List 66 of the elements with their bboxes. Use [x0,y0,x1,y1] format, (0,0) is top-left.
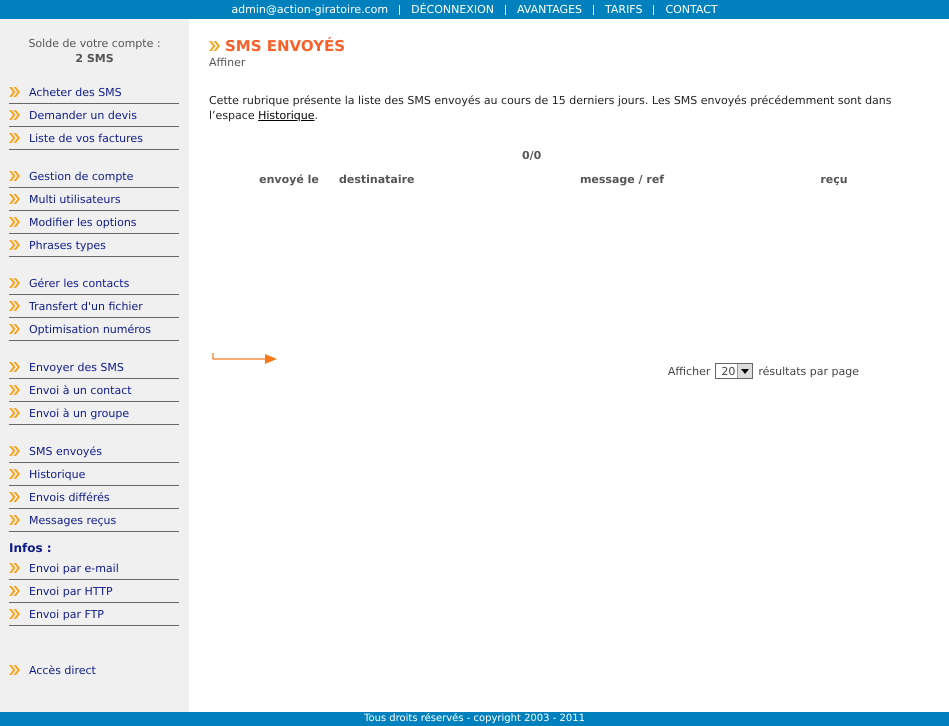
column-header: reçu [819,173,849,186]
intro-text: Cette rubrique présente la liste des SMS envoyés au cours de 15 derniers jours. Les SMS envoyés précédemment sont dans l’espace Historique. [209,93,893,123]
chevron-icon [9,515,20,525]
section-heading: Infos : [9,541,53,555]
page-title: SMS ENVOYÉS [225,37,346,55]
caret-icon [737,364,752,378]
chevron-icon [9,301,20,311]
menu-link[interactable]: Demander un devis [9,104,179,127]
chevron-icon [9,385,20,395]
chevron-icon [9,217,20,227]
chevron-icon [9,324,20,334]
arrow-icon [212,352,278,364]
column-header: envoyé le [258,173,320,186]
menu-link[interactable]: Envois différés [9,486,179,509]
menu-link[interactable]: Multi utilisateurs [9,188,179,211]
chevron-icon [9,446,20,456]
chevron-icon [9,171,20,181]
menu-link[interactable]: Envoi à un groupe [9,402,179,425]
chevron-icon [9,194,20,204]
chevron-icon [9,110,20,120]
pager-suffix: résultats par page [758,364,859,378]
balance-value: 2 SMS [74,51,115,66]
menu-link[interactable]: Gérer les contacts [9,272,179,295]
balance-label: Solde de votre compte : [28,37,161,50]
chevron-icon [9,586,20,596]
chevron-icon [9,408,20,418]
menu-link[interactable]: Gestion de compte [9,165,179,188]
chevron-icon [9,87,20,97]
column-header: message / ref [578,173,666,186]
history-link[interactable]: Historique [258,109,314,122]
menu-link[interactable]: Accès direct [9,659,179,681]
menu-link[interactable]: Phrases types [9,234,179,257]
pager-label: Afficher [668,364,710,378]
menu-link[interactable]: Messages reçus [9,509,179,532]
menu-link[interactable]: Acheter des SMS [9,81,179,104]
refine-link[interactable]: Affiner [209,56,929,69]
chevron-icon [209,41,220,51]
nav-link[interactable]: TARIFS [605,3,642,16]
menu-link[interactable]: Modifier les options [9,211,179,234]
nav-link[interactable]: AVANTAGES [516,3,582,16]
menu-link[interactable]: Envoi par e-mail [9,557,179,580]
menu-link[interactable]: Optimisation numéros [9,318,179,341]
nav-link[interactable]: DÉCONNEXION [411,3,494,16]
menu-link[interactable]: Envoi par HTTP [9,580,179,603]
chevron-icon [9,133,20,143]
page-size-select[interactable]: 20 [715,363,754,379]
menu-link[interactable]: Liste de vos factures [9,127,179,150]
account-email: admin@action-giratoire.com [231,3,388,16]
chevron-icon [9,563,20,573]
chevron-icon [9,665,20,675]
chevron-icon [9,469,20,479]
chevron-icon [9,609,20,619]
chevron-icon [9,492,20,502]
menu-link[interactable]: Envoi à un contact [9,379,179,402]
menu-link[interactable]: Envoi par FTP [9,603,179,626]
column-header: destinataire [339,173,416,186]
menu-link[interactable]: Historique [9,463,179,486]
menu-link[interactable]: Envoyer des SMS [9,356,179,379]
menu-link[interactable]: Transfert d'un fichier [9,295,179,318]
menu-link[interactable]: SMS envoyés [9,440,179,463]
nav-link[interactable]: CONTACT [665,3,718,16]
chevron-icon [9,278,20,288]
chevron-icon [9,362,20,372]
result-count: 0/0 [522,149,542,162]
chevron-icon [9,240,20,250]
copyright-text: Tous droits réservés - copyright 2003 - 2011 [364,712,585,726]
